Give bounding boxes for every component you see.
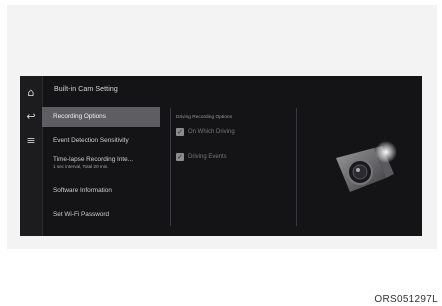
option-on-which-driving[interactable]: ✓ On Which Driving xyxy=(176,128,235,136)
menu-item-recording-options[interactable]: Recording Options xyxy=(42,107,160,127)
menu-divider xyxy=(170,108,171,226)
back-icon[interactable]: ↩ xyxy=(23,108,39,124)
menu-item-label: Recording Options xyxy=(53,113,106,120)
option-driving-events[interactable]: ✓ Driving Events xyxy=(176,153,227,161)
checkbox-checked-icon[interactable]: ✓ xyxy=(176,128,184,136)
page-title: Built-in Cam Setting xyxy=(54,86,118,93)
menu-item-label: Event Detection Sensitivity xyxy=(53,137,129,144)
option-label: On Which Driving xyxy=(188,129,235,135)
option-label: Driving Events xyxy=(188,154,227,160)
menu-icon[interactable]: ≡ xyxy=(23,132,39,148)
nav-rail: ⌂ ↩ ≡ xyxy=(20,76,43,236)
menu-item-software-information[interactable]: Software Information xyxy=(42,184,160,198)
menu-item-label: Software Information xyxy=(53,187,112,194)
checkbox-checked-icon[interactable]: ✓ xyxy=(176,153,184,161)
figure-code: ORS051297L xyxy=(374,294,438,305)
menu-item-label: Time-lapse Recording Inte... xyxy=(53,156,134,163)
menu-item-time-lapse-recording[interactable]: Time-lapse Recording Inte... 1 sec inter… xyxy=(42,156,160,178)
menu-item-set-wifi-password[interactable]: Set Wi-Fi Password xyxy=(42,208,160,222)
options-section-title: Driving Recording Options xyxy=(176,115,232,120)
options-divider xyxy=(296,108,297,226)
menu-item-event-detection-sensitivity[interactable]: Event Detection Sensitivity xyxy=(42,134,160,148)
home-icon[interactable]: ⌂ xyxy=(23,84,39,100)
dashcam-icon xyxy=(336,141,397,192)
menu-item-label: Set Wi-Fi Password xyxy=(53,211,110,218)
infotainment-screen: ⌂ ↩ ≡ Built-in Cam Setting Recording Opt… xyxy=(20,76,422,236)
menu-item-sublabel: 1 sec interval, Total 20 min. xyxy=(53,164,109,169)
